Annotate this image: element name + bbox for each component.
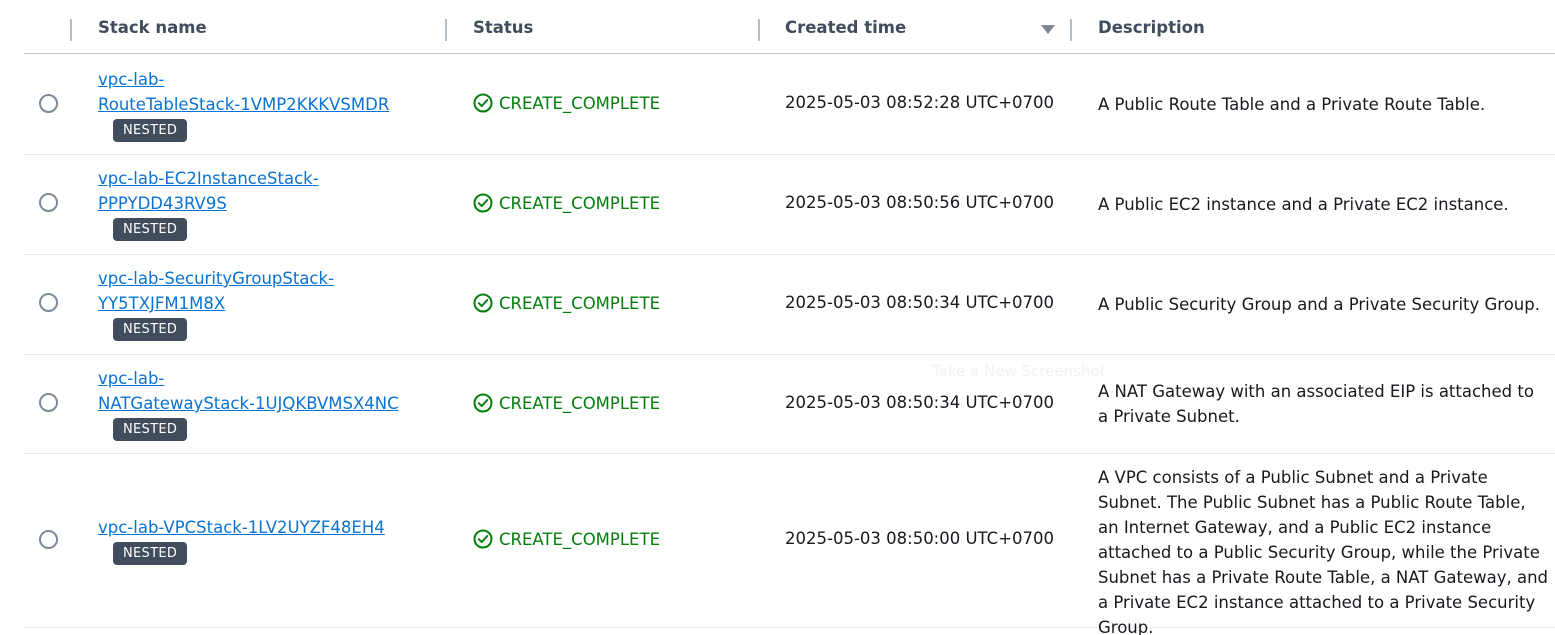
stack-name-link[interactable]: PPPYDD43RV9S (98, 191, 319, 216)
created-time: 2025-05-03 08:50:56 UTC+0700 (785, 193, 1055, 212)
check-circle-icon (473, 393, 493, 413)
stack-name-link[interactable]: vpc-lab- (98, 67, 389, 92)
status-text: CREATE_COMPLETE (499, 93, 660, 113)
row-select-radio[interactable] (39, 530, 58, 549)
stack-name-cell: vpc-lab-EC2InstanceStack- PPPYDD43RV9S N… (98, 166, 319, 241)
table-row: vpc-lab-VPCStack-1LV2UYZF48EH4 NESTED CR… (24, 454, 1555, 635)
column-resize-handle[interactable] (445, 19, 447, 41)
status-text: CREATE_COMPLETE (499, 529, 660, 549)
check-circle-icon (473, 529, 493, 549)
check-circle-icon (473, 193, 493, 213)
check-circle-icon (473, 293, 493, 313)
table-row: vpc-lab-SecurityGroupStack- YY5TXJFM1M8X… (24, 255, 1555, 355)
stack-name-link[interactable]: RouteTableStack-1VMP2KKKVSMDR (98, 92, 389, 117)
status-cell: CREATE_COMPLETE (473, 393, 660, 413)
column-resize-handle[interactable] (1070, 19, 1072, 41)
created-time: 2025-05-03 08:52:28 UTC+0700 (785, 93, 1055, 112)
nested-badge: NESTED (113, 318, 188, 341)
stack-name-cell: vpc-lab- RouteTableStack-1VMP2KKKVSMDR N… (98, 67, 389, 142)
row-select-radio[interactable] (39, 393, 58, 412)
check-circle-icon (473, 93, 493, 113)
column-divider[interactable] (70, 19, 72, 41)
stack-name-link[interactable]: NATGatewayStack-1UJQKBVMSX4NC (98, 391, 399, 416)
stack-name-link[interactable]: vpc-lab-VPCStack-1LV2UYZF48EH4 (98, 515, 385, 540)
created-time: 2025-05-03 08:50:00 UTC+0700 (785, 529, 1055, 548)
column-header-created-time[interactable]: Created time (785, 0, 906, 54)
status-text: CREATE_COMPLETE (499, 393, 660, 413)
stack-name-cell: vpc-lab-VPCStack-1LV2UYZF48EH4 NESTED (98, 515, 385, 565)
row-select-radio[interactable] (39, 293, 58, 312)
column-header-description[interactable]: Description (1098, 0, 1205, 54)
caret-down-icon[interactable] (1041, 25, 1055, 34)
stack-name-link[interactable]: YY5TXJFM1M8X (98, 291, 334, 316)
row-select-radio[interactable] (39, 94, 58, 113)
column-header-stack-name[interactable]: Stack name (98, 0, 207, 54)
status-cell: CREATE_COMPLETE (473, 93, 660, 113)
stack-name-link[interactable]: vpc-lab-SecurityGroupStack- (98, 266, 334, 291)
table-row: vpc-lab- RouteTableStack-1VMP2KKKVSMDR N… (24, 55, 1555, 155)
status-cell: CREATE_COMPLETE (473, 193, 660, 213)
column-header-status[interactable]: Status (473, 0, 533, 54)
screenshot-watermark: Take a New Screenshot (932, 362, 1106, 380)
description: A VPC consists of a Public Subnet and a … (1098, 468, 1549, 635)
nested-badge: NESTED (113, 418, 188, 441)
description: A Public EC2 instance and a Private EC2 … (1098, 195, 1509, 214)
row-select-radio[interactable] (39, 193, 58, 212)
table-header: Stack name Status Created time Descripti… (24, 0, 1555, 54)
nested-badge: NESTED (113, 119, 188, 142)
status-cell: CREATE_COMPLETE (473, 529, 660, 549)
description: A Public Security Group and a Private Se… (1098, 295, 1540, 314)
column-resize-handle[interactable] (758, 19, 760, 41)
table-row: vpc-lab- NATGatewayStack-1UJQKBVMSX4NC N… (24, 355, 1555, 454)
created-time: 2025-05-03 08:50:34 UTC+0700 (785, 293, 1055, 312)
stack-name-link[interactable]: vpc-lab-EC2InstanceStack- (98, 166, 319, 191)
description: A NAT Gateway with an associated EIP is … (1098, 382, 1534, 426)
stack-name-cell: vpc-lab- NATGatewayStack-1UJQKBVMSX4NC N… (98, 366, 399, 441)
stack-name-link[interactable]: vpc-lab- (98, 366, 399, 391)
status-cell: CREATE_COMPLETE (473, 293, 660, 313)
status-text: CREATE_COMPLETE (499, 293, 660, 313)
table-row: vpc-lab-EC2InstanceStack- PPPYDD43RV9S N… (24, 155, 1555, 255)
created-time: 2025-05-03 08:50:34 UTC+0700 (785, 393, 1055, 412)
status-text: CREATE_COMPLETE (499, 193, 660, 213)
nested-badge: NESTED (113, 218, 188, 241)
nested-badge: NESTED (113, 542, 188, 565)
description: A Public Route Table and a Private Route… (1098, 95, 1486, 114)
stack-name-cell: vpc-lab-SecurityGroupStack- YY5TXJFM1M8X… (98, 266, 334, 341)
